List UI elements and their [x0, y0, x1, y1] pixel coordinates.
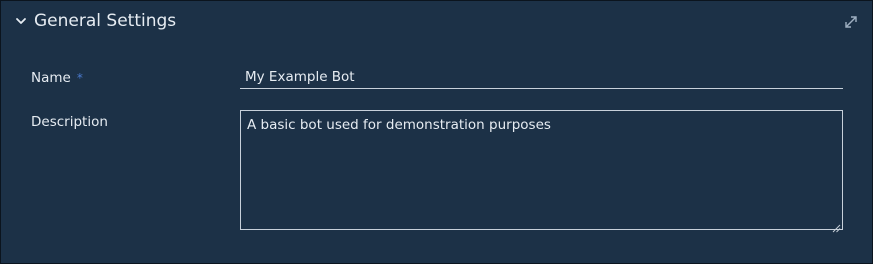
- required-marker: *: [76, 71, 83, 85]
- general-settings-panel: General Settings Name * Description A bas…: [0, 0, 873, 264]
- description-textarea[interactable]: A basic bot used for demonstration purpo…: [240, 110, 843, 230]
- name-label-text: Name: [31, 70, 71, 86]
- chevron-down-icon[interactable]: [14, 13, 28, 27]
- resize-handle-icon[interactable]: [831, 218, 841, 233]
- section-title[interactable]: General Settings: [34, 10, 176, 32]
- section-header[interactable]: General Settings: [1, 1, 872, 41]
- description-field-label: Description: [31, 114, 108, 130]
- name-field-label: Name *: [31, 69, 83, 87]
- expand-arrows-icon[interactable]: [844, 14, 858, 28]
- name-input[interactable]: [240, 67, 843, 89]
